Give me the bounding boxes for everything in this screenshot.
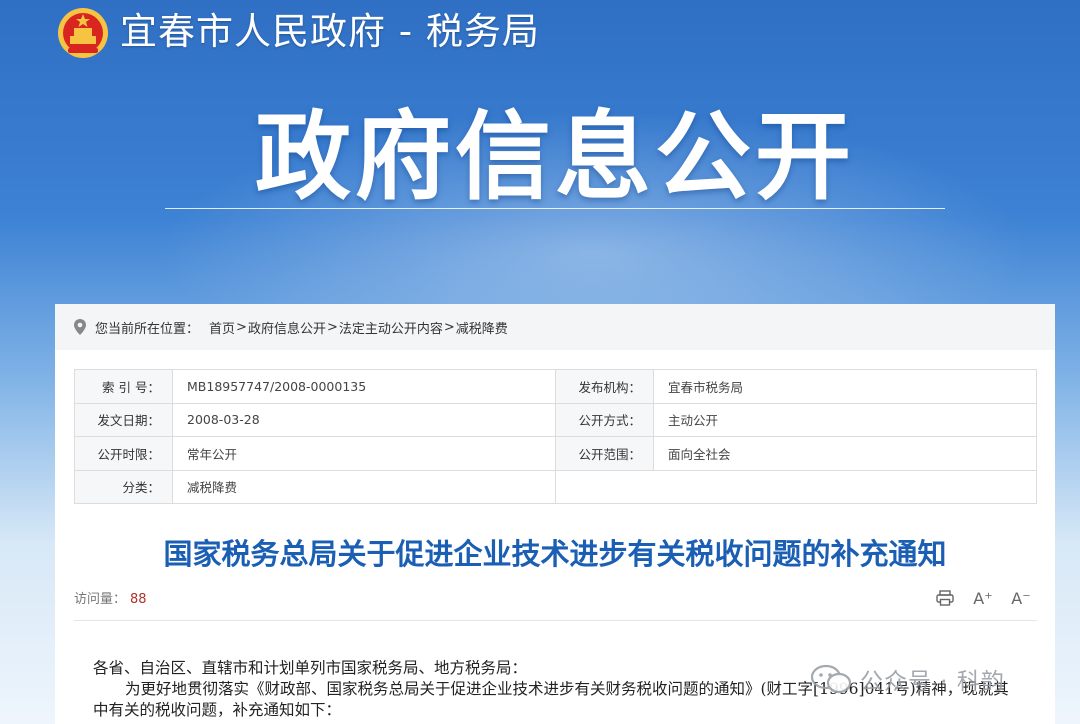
- site-title[interactable]: 宜春市人民政府 - 税务局: [120, 10, 540, 54]
- breadcrumb-tax-reduction[interactable]: 减税降费: [456, 318, 508, 337]
- empty-cell: [555, 469, 1037, 504]
- visits-count: 88: [130, 592, 147, 607]
- table-row: 发文日期： 2008-03-28 公开方式： 主动公开: [74, 402, 1037, 437]
- issuing-agency-value: 宜春市税务局: [653, 369, 1037, 404]
- breadcrumb-separator: >: [443, 319, 455, 335]
- wechat-icon: [810, 664, 852, 694]
- banner-divider: [165, 208, 945, 209]
- document-toolbar: A⁺ A⁻: [933, 586, 1033, 610]
- disclosure-scope-label: 公开范围：: [555, 436, 654, 471]
- breadcrumb-statutory-content[interactable]: 法定主动公开内容: [339, 318, 443, 337]
- font-decrease-button[interactable]: A⁻: [1009, 586, 1033, 610]
- banner-title: 政府信息公开: [255, 101, 855, 213]
- document-title: 国家税务总局关于促进企业技术进步有关税收问题的补充通知: [163, 537, 947, 571]
- print-button[interactable]: [933, 586, 957, 610]
- category-label: 分类：: [74, 469, 173, 504]
- disclosure-method-label: 公开方式：: [555, 402, 654, 437]
- visit-counter: 访问量： 88: [74, 588, 147, 607]
- disclosure-scope-value: 面向全社会: [653, 436, 1037, 471]
- breadcrumb-home[interactable]: 首页: [209, 318, 235, 337]
- breadcrumb-info-disclosure[interactable]: 政府信息公开: [248, 318, 326, 337]
- issue-date-label: 发文日期：: [74, 402, 173, 437]
- breadcrumb-separator: >: [326, 319, 338, 335]
- disclosure-period-value: 常年公开: [172, 436, 556, 471]
- index-number-label: 索 引 号：: [74, 369, 173, 404]
- site-header: 宜春市人民政府 - 税务局: [0, 0, 1080, 70]
- visits-label: 访问量：: [74, 592, 127, 607]
- watermark-text: 公众号 · 科韵: [860, 669, 1005, 695]
- font-increase-button[interactable]: A⁺: [971, 586, 995, 610]
- divider: [74, 620, 1037, 621]
- breadcrumb-prefix: 您当前所在位置：: [95, 321, 200, 337]
- table-row: 公开时限： 常年公开 公开范围： 面向全社会: [74, 436, 1037, 471]
- issuing-agency-label: 发布机构：: [555, 369, 654, 404]
- disclosure-period-label: 公开时限：: [74, 436, 173, 471]
- table-row: 分类： 减税降费: [74, 469, 1037, 504]
- category-value: 减税降费: [172, 469, 556, 504]
- breadcrumb: 您当前所在位置： 首页 > 政府信息公开 > 法定主动公开内容 > 减税降费: [55, 304, 1055, 350]
- breadcrumb-separator: >: [236, 319, 247, 335]
- document-metadata-table: 索 引 号： MB18957747/2008-0000135 发布机构： 宜春市…: [74, 369, 1037, 504]
- location-pin-icon: [74, 319, 86, 335]
- watermark: 公众号 · 科韵: [810, 662, 1005, 696]
- issue-date-value: 2008-03-28: [172, 402, 556, 437]
- index-number-value: MB18957747/2008-0000135: [172, 369, 556, 404]
- national-emblem-icon: [58, 8, 108, 58]
- content-panel: 您当前所在位置： 首页 > 政府信息公开 > 法定主动公开内容 > 减税降费 索…: [55, 304, 1055, 724]
- table-row: 索 引 号： MB18957747/2008-0000135 发布机构： 宜春市…: [74, 369, 1037, 404]
- printer-icon: [936, 590, 954, 606]
- disclosure-method-value: 主动公开: [653, 402, 1037, 437]
